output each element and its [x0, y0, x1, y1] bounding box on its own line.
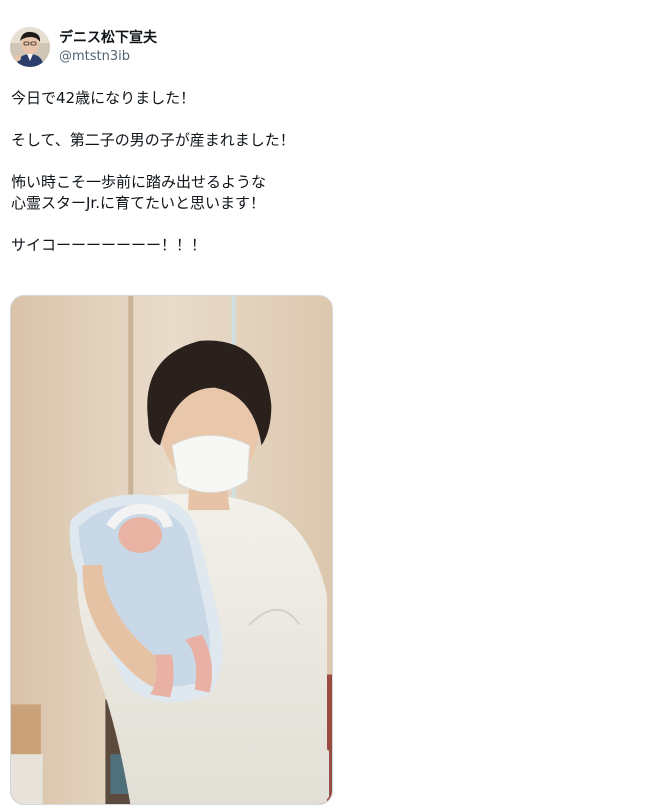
tweet-line-birthday: 今日で42歳になりました！ — [11, 89, 196, 107]
tweet-line-wish-1: 怖い時こそ一歩前に踏み出せるような — [11, 173, 267, 191]
avatar[interactable] — [10, 27, 50, 67]
tweet-line-wish-2: 心霊スターJr.に育てたいと思います！ — [11, 194, 265, 212]
user-info: デニス松下宣夫 @mtstn3ib — [59, 29, 157, 65]
tweet: デニス松下宣夫 @mtstn3ib 今日で42歳になりました！ そして、第二子の… — [0, 0, 655, 809]
photo-man-holding-newborn-icon — [11, 296, 332, 804]
user-handle[interactable]: @mtstn3ib — [59, 48, 157, 65]
display-name[interactable]: デニス松下宣夫 — [59, 29, 157, 47]
profile-photo-icon — [10, 27, 50, 67]
tweet-line-exclaim: サイコーーーーーーー！！！ — [11, 236, 207, 254]
tweet-photo[interactable] — [10, 295, 333, 805]
tweet-line-announcement: そして、第二子の男の子が産まれました！ — [11, 131, 295, 149]
tweet-header: デニス松下宣夫 @mtstn3ib — [10, 26, 157, 68]
tweet-text: 今日で42歳になりました！ そして、第二子の男の子が産まれました！ 怖い時こそ一… — [11, 88, 631, 277]
